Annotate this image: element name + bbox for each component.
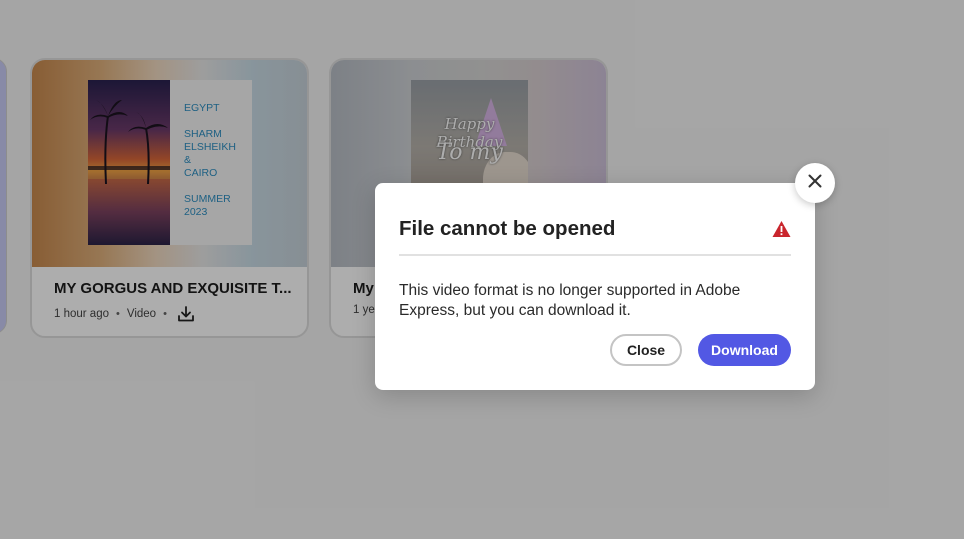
dialog-title: File cannot be opened (399, 217, 616, 240)
close-button[interactable]: Close (610, 334, 682, 366)
dismiss-dialog-button[interactable] (795, 163, 835, 203)
alert-triangle-icon (772, 220, 791, 238)
close-icon (807, 173, 823, 194)
download-button[interactable]: Download (698, 334, 791, 366)
dialog-divider (399, 254, 791, 256)
dialog-message: This video format is no longer supported… (399, 282, 741, 319)
error-dialog: File cannot be opened This video format … (375, 183, 815, 390)
